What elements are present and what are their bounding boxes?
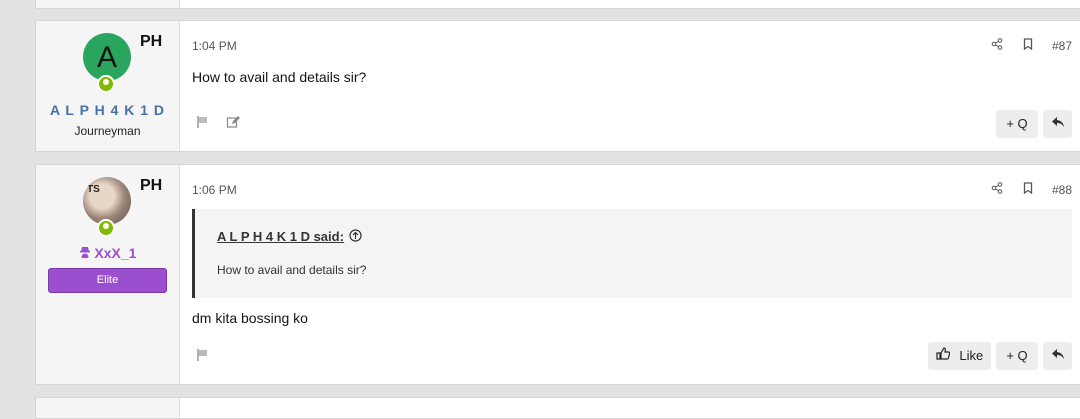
like-label: Like — [959, 348, 984, 363]
next-post — [35, 397, 1080, 419]
reply-button[interactable] — [1043, 342, 1072, 370]
report-flag-icon[interactable] — [196, 115, 210, 132]
post-87: A PH A L P H 4 K 1 D Journeyman 1:04 PM … — [35, 20, 1080, 152]
post-number[interactable]: #88 — [1052, 183, 1072, 197]
avatar[interactable]: A — [83, 33, 131, 81]
country-code: PH — [140, 177, 163, 194]
edit-icon[interactable] — [226, 115, 240, 132]
bookmark-icon[interactable] — [1023, 182, 1033, 197]
jump-to-quote-icon[interactable] — [349, 229, 362, 247]
share-icon[interactable] — [991, 38, 1003, 53]
quote-button[interactable]: + Q — [996, 110, 1038, 138]
online-status-icon — [97, 75, 115, 93]
spy-icon — [79, 245, 95, 261]
report-flag-icon[interactable] — [196, 348, 210, 365]
quote-button[interactable]: + Q — [996, 342, 1038, 370]
online-status-icon — [97, 219, 115, 237]
post-time[interactable]: 1:06 PM — [192, 183, 237, 197]
user-info-panel: TS PH XxX_1 Elite — [36, 165, 180, 384]
reply-button[interactable] — [1043, 110, 1072, 138]
post-message: dm kita bossing ko — [192, 310, 308, 326]
thumbs-up-icon — [936, 347, 954, 363]
country-code: PH — [140, 33, 163, 50]
post-message: How to avail and details sir? — [192, 69, 367, 85]
like-button[interactable]: Like — [928, 342, 991, 370]
user-badge: Elite — [48, 268, 167, 293]
post-number[interactable]: #87 — [1052, 39, 1072, 53]
quote-author[interactable]: A L P H 4 K 1 D said: — [217, 229, 344, 244]
username[interactable]: A L P H 4 K 1 D — [36, 102, 179, 118]
avatar[interactable]: TS — [83, 177, 131, 225]
share-icon[interactable] — [991, 182, 1003, 197]
username-wrap[interactable]: XxX_1 — [36, 245, 179, 261]
post-88: TS PH XxX_1 Elite 1:06 PM #88 A L P H 4 … — [35, 164, 1080, 385]
quote-block: A L P H 4 K 1 D said: How to avail and d… — [192, 209, 1072, 298]
reply-icon — [1051, 348, 1065, 363]
bookmark-icon[interactable] — [1023, 38, 1033, 53]
username[interactable]: XxX_1 — [94, 245, 136, 261]
previous-post — [35, 0, 1080, 9]
user-info-panel: A PH A L P H 4 K 1 D Journeyman — [36, 21, 180, 151]
quote-text: How to avail and details sir? — [217, 263, 367, 277]
user-title: Journeyman — [74, 124, 141, 138]
reply-icon — [1051, 116, 1065, 131]
post-time[interactable]: 1:04 PM — [192, 39, 237, 53]
